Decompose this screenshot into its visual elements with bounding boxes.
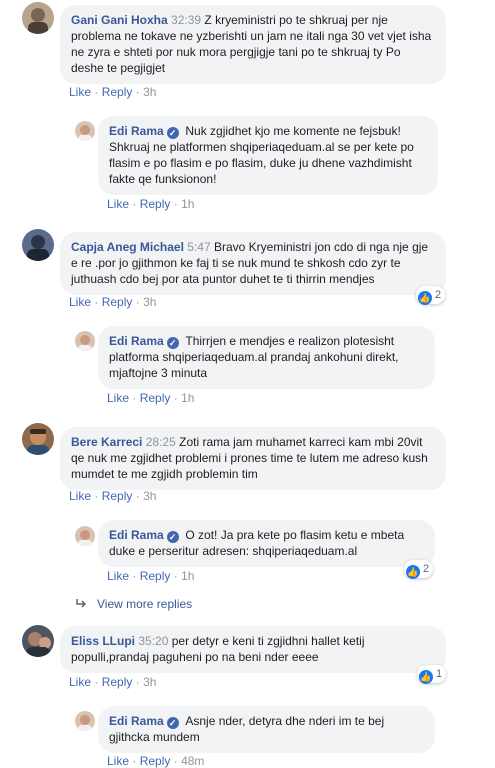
reaction-count[interactable]: 👍 2: [416, 286, 446, 305]
verified-badge-icon: ✓: [166, 127, 179, 139]
avatar[interactable]: [75, 331, 95, 351]
comment-age[interactable]: 3h: [143, 675, 156, 689]
avatar[interactable]: [75, 121, 95, 141]
view-more-replies[interactable]: View more replies: [75, 597, 192, 611]
avatar[interactable]: [75, 526, 95, 546]
reply-bubble: Edi Rama ✓ Thirrjen e mendjes e realizon …: [98, 326, 435, 389]
comment-bubble: Eliss LLupi 35:20 per detyr e keni ti zg…: [60, 626, 446, 673]
reply-author[interactable]: Edi Rama: [109, 334, 164, 348]
reply-actions: Like · Reply · 1h: [107, 197, 195, 211]
reply-age[interactable]: 1h: [181, 569, 194, 583]
comment-actions: Like · Reply · 3h: [69, 85, 157, 99]
comment-author[interactable]: Capja Aneg Michael: [71, 240, 184, 254]
avatar[interactable]: [22, 423, 54, 455]
avatar[interactable]: [22, 625, 54, 657]
reply-link[interactable]: Reply: [140, 197, 171, 211]
reply-link[interactable]: Reply: [102, 295, 133, 309]
like-link[interactable]: Like: [107, 197, 129, 211]
verified-badge-icon: ✓: [166, 337, 179, 349]
reply-author[interactable]: Edi Rama: [109, 124, 164, 138]
reply-link[interactable]: Reply: [140, 391, 171, 405]
comment-timestamp[interactable]: 5:47: [187, 240, 210, 254]
reply-author[interactable]: Edi Rama: [109, 528, 164, 542]
thumbs-up-icon: 👍: [406, 565, 420, 579]
reply-link[interactable]: Reply: [140, 754, 171, 768]
reply-link[interactable]: Reply: [102, 675, 133, 689]
like-link[interactable]: Like: [69, 295, 91, 309]
like-link[interactable]: Like: [69, 489, 91, 503]
comment-timestamp[interactable]: 32:39: [171, 13, 201, 27]
comment-age[interactable]: 3h: [143, 85, 156, 99]
comment-actions: Like · Reply · 3h: [69, 295, 157, 309]
reply-bubble: Edi Rama ✓ Nuk zgjidhet kjo me komente ne…: [98, 116, 438, 195]
avatar[interactable]: [75, 711, 95, 731]
comment-author[interactable]: Gani Gani Hoxha: [71, 13, 168, 27]
comment-bubble: Gani Gani Hoxha 32:39 Z kryeministri po …: [60, 5, 446, 84]
reply-actions: Like · Reply · 48m: [107, 754, 205, 768]
comment-age[interactable]: 3h: [143, 489, 156, 503]
comment-timestamp[interactable]: 28:25: [146, 435, 176, 449]
reply-age[interactable]: 1h: [181, 391, 194, 405]
like-link[interactable]: Like: [69, 675, 91, 689]
comment-timestamp[interactable]: 35:20: [138, 634, 168, 648]
reply-actions: Like · Reply · 1h: [107, 391, 195, 405]
reaction-count[interactable]: 👍 1: [417, 665, 447, 684]
reaction-count[interactable]: 👍 2: [404, 560, 434, 579]
reply-age[interactable]: 1h: [181, 197, 194, 211]
thumbs-up-icon: 👍: [418, 291, 432, 305]
comment-age[interactable]: 3h: [143, 295, 156, 309]
reply-link[interactable]: Reply: [102, 489, 133, 503]
comment-author[interactable]: Eliss LLupi: [71, 634, 135, 648]
reply-author[interactable]: Edi Rama: [109, 714, 164, 728]
comment-author[interactable]: Bere Karreci: [71, 435, 142, 449]
reply-bubble: Edi Rama ✓ O zot! Ja pra kete po flasim k…: [98, 520, 435, 567]
reply-arrow-icon: [76, 599, 87, 608]
like-link[interactable]: Like: [107, 754, 129, 768]
comment-actions: Like · Reply · 3h: [69, 675, 157, 689]
comment-actions: Like · Reply · 3h: [69, 489, 157, 503]
comment-bubble: Capja Aneg Michael 5:47 Bravo Kryeminist…: [60, 232, 446, 295]
thumbs-up-icon: 👍: [419, 670, 433, 684]
avatar[interactable]: [22, 229, 54, 261]
reply-bubble: Edi Rama ✓ Asnje nder, detyra dhe nderi i…: [98, 706, 435, 753]
like-link[interactable]: Like: [107, 391, 129, 405]
comment-bubble: Bere Karreci 28:25 Zoti rama jam muhamet…: [60, 427, 446, 490]
reply-actions: Like · Reply · 1h: [107, 569, 195, 583]
like-link[interactable]: Like: [69, 85, 91, 99]
verified-badge-icon: ✓: [166, 717, 179, 729]
like-link[interactable]: Like: [107, 569, 129, 583]
reply-age[interactable]: 48m: [181, 754, 204, 768]
avatar[interactable]: [22, 2, 54, 34]
verified-badge-icon: ✓: [166, 531, 179, 543]
reply-link[interactable]: Reply: [102, 85, 133, 99]
reply-link[interactable]: Reply: [140, 569, 171, 583]
